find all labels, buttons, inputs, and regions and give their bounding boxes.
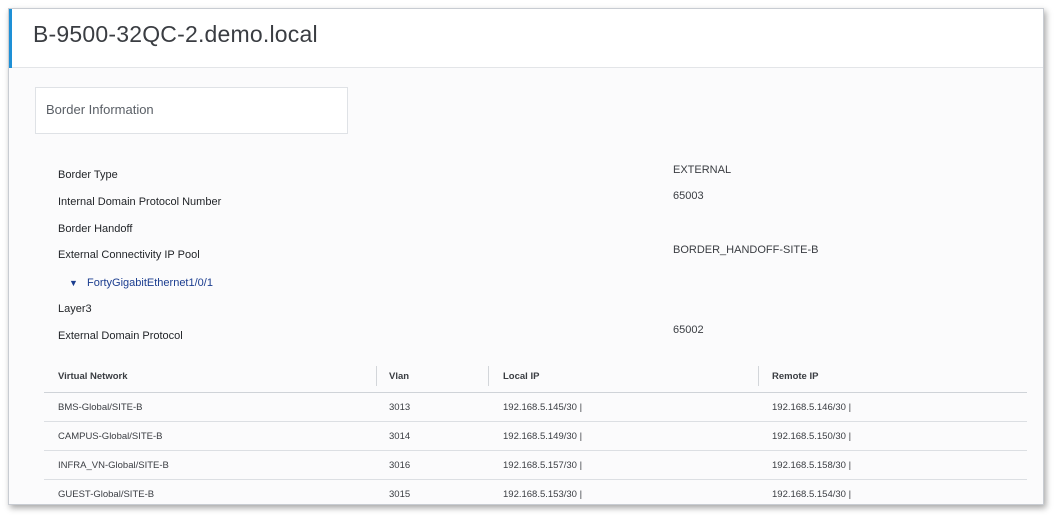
virtual-network-table: Virtual Network Vlan Local IP Remote IP …: [44, 360, 1027, 504]
cell-local-ip: 192.168.5.157/30 |: [503, 460, 583, 471]
cell-virtual-network: GUEST-Global/SITE-B: [58, 489, 155, 500]
internal-domain-protocol-label: Internal Domain Protocol Number: [58, 196, 222, 208]
table-row: CAMPUS-Global/SITE-B 3014 192.168.5.149/…: [44, 422, 1027, 451]
interface-toggle[interactable]: ▼ FortyGigabitEthernet1/0/1: [69, 277, 213, 289]
cell-local-ip: 192.168.5.149/30 |: [503, 431, 583, 442]
border-type-label: Border Type: [58, 169, 118, 181]
column-header-vlan[interactable]: Vlan: [389, 371, 409, 382]
external-domain-protocol-label: External Domain Protocol: [58, 330, 183, 342]
cell-vlan: 3015: [389, 489, 411, 500]
chevron-down-icon: ▼: [69, 278, 78, 288]
border-handoff-label: Border Handoff: [58, 223, 133, 235]
column-divider: [376, 366, 377, 386]
border-type-value: EXTERNAL: [673, 164, 732, 176]
column-header-virtual-network[interactable]: Virtual Network: [58, 371, 128, 382]
panel-content: Border Information Border Type EXTERNAL …: [9, 68, 1043, 504]
device-details-panel: B-9500-32QC-2.demo.local Border Informat…: [8, 8, 1044, 505]
table-row: INFRA_VN-Global/SITE-B 3016 192.168.5.15…: [44, 451, 1027, 480]
table-row: BMS-Global/SITE-B 3013 192.168.5.145/30 …: [44, 393, 1027, 422]
cell-vlan: 3014: [389, 431, 411, 442]
cell-virtual-network: INFRA_VN-Global/SITE-B: [58, 460, 169, 471]
border-information-section: Border Information: [35, 87, 348, 134]
page-title: B-9500-32QC-2.demo.local: [33, 21, 318, 47]
panel-header: B-9500-32QC-2.demo.local: [9, 9, 1043, 68]
cell-remote-ip: 192.168.5.154/30 |: [772, 489, 852, 500]
cell-remote-ip: 192.168.5.150/30 |: [772, 431, 852, 442]
column-divider: [758, 366, 759, 386]
external-ip-pool-value: BORDER_HANDOFF-SITE-B: [673, 244, 819, 256]
cell-local-ip: 192.168.5.153/30 |: [503, 489, 583, 500]
accent-bar: [9, 9, 12, 69]
cell-virtual-network: BMS-Global/SITE-B: [58, 402, 143, 413]
cell-vlan: 3016: [389, 460, 411, 471]
table-row: GUEST-Global/SITE-B 3015 192.168.5.153/3…: [44, 480, 1027, 504]
internal-domain-protocol-value: 65003: [673, 190, 704, 202]
layer-label: Layer3: [58, 303, 92, 315]
cell-remote-ip: 192.168.5.146/30 |: [772, 402, 852, 413]
external-ip-pool-label: External Connectivity IP Pool: [58, 249, 200, 261]
section-title: Border Information: [46, 102, 154, 117]
table-header: Virtual Network Vlan Local IP Remote IP: [44, 360, 1027, 393]
cell-virtual-network: CAMPUS-Global/SITE-B: [58, 431, 163, 442]
interface-name: FortyGigabitEthernet1/0/1: [87, 277, 213, 289]
cell-remote-ip: 192.168.5.158/30 |: [772, 460, 852, 471]
external-domain-protocol-value: 65002: [673, 324, 704, 336]
column-header-local-ip[interactable]: Local IP: [503, 371, 539, 382]
column-divider: [488, 366, 489, 386]
column-header-remote-ip[interactable]: Remote IP: [772, 371, 818, 382]
cell-vlan: 3013: [389, 402, 411, 413]
cell-local-ip: 192.168.5.145/30 |: [503, 402, 583, 413]
